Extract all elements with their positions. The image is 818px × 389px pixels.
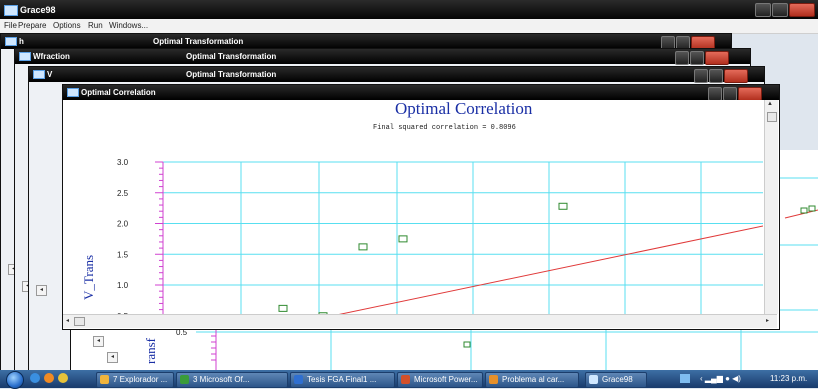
menu-prepare[interactable]: Prepare xyxy=(18,21,46,30)
y-tick-label: 2.5 xyxy=(117,189,129,198)
y-tick-label: 3.0 xyxy=(117,158,129,167)
start-button[interactable] xyxy=(6,371,24,389)
taskbar-item-label: Tesis FGA Final1 ... xyxy=(307,375,377,384)
window-icon xyxy=(19,52,31,61)
taskbar-item-label: Grace98 xyxy=(602,375,633,384)
taskbar-item[interactable]: Microsoft Power... xyxy=(397,372,483,388)
vertical-scrollbar[interactable]: ▲ xyxy=(764,100,778,314)
taskbar-item[interactable]: 7 Explorador ... xyxy=(96,372,174,388)
close-button[interactable] xyxy=(724,69,748,83)
firefox-icon[interactable] xyxy=(44,373,54,383)
y-tick-label: 1.0 xyxy=(117,281,129,290)
tray-icons[interactable]: ‹ ▂▄▆ ● ◀) xyxy=(700,374,741,383)
taskbar-item-label: 3 Microsoft Of... xyxy=(193,375,250,384)
window-h-title: Optimal Transformation xyxy=(153,37,244,46)
taskbar-item[interactable]: Grace98 xyxy=(585,372,647,388)
app-icon xyxy=(4,5,18,16)
menu-file[interactable]: File xyxy=(4,21,17,30)
scroll-thumb[interactable] xyxy=(74,317,85,326)
scroll-left-arrow[interactable]: ◂ xyxy=(36,285,47,296)
taskbar-item[interactable]: 3 Microsoft Of... xyxy=(176,372,288,388)
scroll-up-arrow[interactable]: ▲ xyxy=(767,101,773,107)
app-title-bar: Grace98 xyxy=(0,0,818,19)
y-tick-label: 2.0 xyxy=(117,220,129,229)
window-icon xyxy=(67,88,79,97)
scroll-right-arrow[interactable]: ▸ xyxy=(766,317,769,324)
maximize-button[interactable] xyxy=(772,3,788,17)
ie-icon[interactable] xyxy=(30,373,40,383)
data-point xyxy=(278,304,288,312)
scroll-thumb[interactable] xyxy=(767,112,777,122)
window-optimal-correlation-name: Optimal Correlation xyxy=(81,88,156,97)
close-button[interactable] xyxy=(789,3,815,17)
window-wfraction-title: Optimal Transformation xyxy=(186,52,277,61)
minimize-button[interactable] xyxy=(675,51,689,65)
app-icon xyxy=(100,375,109,384)
taskbar-item-label: 7 Explorador ... xyxy=(113,375,168,384)
app-icon xyxy=(401,375,410,384)
app-icon xyxy=(489,375,498,384)
minimize-button[interactable] xyxy=(755,3,771,17)
data-point xyxy=(358,243,368,251)
window-optimal-correlation-titlebar[interactable]: Optimal Correlation xyxy=(63,85,779,101)
app-icon xyxy=(180,375,189,384)
maximize-button[interactable] xyxy=(723,87,737,101)
taskbar-item[interactable]: Problema al car... xyxy=(485,372,579,388)
window-v-titlebar[interactable]: V Optimal Transformation xyxy=(29,67,764,83)
window-h-name: h xyxy=(19,37,24,46)
window-icon xyxy=(5,37,17,46)
show-desktop-icon[interactable] xyxy=(680,374,690,383)
app-title: Grace98 xyxy=(20,5,56,15)
menu-options[interactable]: Options xyxy=(53,21,81,30)
minimize-button[interactable] xyxy=(708,87,722,101)
taskbar-item[interactable]: Tesis FGA Final1 ... xyxy=(290,372,395,388)
y-tick-label: 1.5 xyxy=(117,250,129,259)
taskbar-item-label: Microsoft Power... xyxy=(414,375,478,384)
window-wfraction-titlebar[interactable]: Wfraction Optimal Transformation xyxy=(15,49,750,65)
minimize-button[interactable] xyxy=(694,69,708,83)
maximize-button[interactable] xyxy=(709,69,723,83)
app-icon xyxy=(294,375,303,384)
plot-area: 0.51.01.52.02.53.0 xyxy=(117,158,763,315)
window-v-name: V xyxy=(47,70,53,79)
scroll-left-arrow[interactable]: ◂ xyxy=(66,317,69,324)
menu-bar: File Prepare Options Run Windows... xyxy=(0,19,818,34)
horizontal-scrollbar[interactable]: ◂ ▸ xyxy=(63,314,777,328)
window-h-titlebar[interactable]: h Optimal Transformation xyxy=(1,34,731,50)
menu-run[interactable]: Run xyxy=(88,21,103,30)
window-wfraction-name: Wfraction xyxy=(33,52,70,61)
window-icon xyxy=(33,70,45,79)
taskbar-item-label: Problema al car... xyxy=(502,375,565,384)
window-v-title: Optimal Transformation xyxy=(186,70,277,79)
close-button[interactable] xyxy=(738,87,762,101)
app-icon xyxy=(589,375,598,384)
menu-windows[interactable]: Windows... xyxy=(109,21,148,30)
data-point xyxy=(398,235,408,243)
close-button[interactable] xyxy=(705,51,729,65)
taskbar: 7 Explorador ... 3 Microsoft Of... Tesis F… xyxy=(0,370,818,389)
data-point xyxy=(558,202,568,210)
window-optimal-correlation[interactable]: Optimal Correlation Optimal Correlation … xyxy=(62,84,780,330)
maximize-button[interactable] xyxy=(690,51,704,65)
smiley-icon[interactable] xyxy=(58,373,68,383)
clock[interactable]: 11:23 p.m. xyxy=(770,374,807,383)
